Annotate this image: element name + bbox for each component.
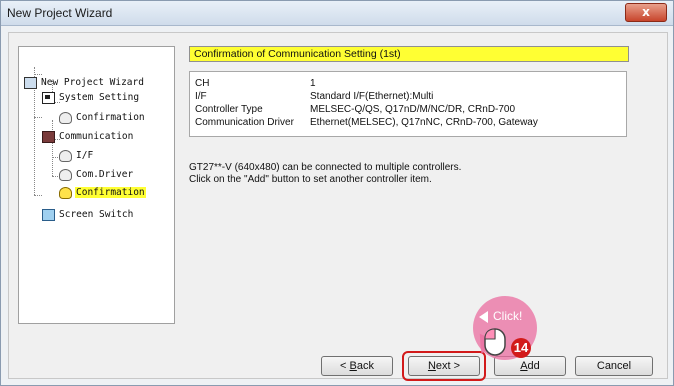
tree-connector	[34, 195, 42, 196]
tree-connector	[34, 117, 42, 118]
close-button[interactable]: x	[625, 3, 667, 22]
back-button[interactable]: < Back	[321, 356, 393, 376]
back-button-mnemonic: B	[349, 360, 357, 372]
tree-item-com-driver[interactable]: Com.Driver	[59, 168, 134, 182]
click-label: Click!	[493, 309, 523, 323]
bulb-icon	[59, 112, 72, 124]
tree-connector	[34, 74, 42, 75]
tree-item-label: Confirmation	[75, 187, 146, 198]
tree-item-communication[interactable]: Communication	[42, 130, 134, 144]
summary-key: Controller Type	[195, 104, 263, 115]
tree-item-label: I/F	[76, 150, 94, 161]
arrow-left-icon	[479, 311, 488, 323]
tree-item-label: Screen Switch	[59, 209, 134, 220]
window-title: New Project Wizard	[7, 6, 113, 20]
summary-value: MELSEC-Q/QS, Q17nD/M/NC/DR, CRnD-700	[310, 104, 516, 115]
bulb-icon	[59, 187, 72, 199]
tree-item-label: New Project Wizard	[41, 77, 144, 88]
page-title: Confirmation of Communication Setting (1…	[189, 46, 629, 62]
summary-value: Ethernet(MELSEC), Q17nNC, CRnD-700, Gate…	[310, 117, 538, 128]
tree-item-screen-switch[interactable]: Screen Switch	[42, 208, 134, 222]
communication-icon	[42, 131, 55, 143]
tree-item-label: Com.Driver	[76, 169, 134, 180]
tree-connector	[52, 120, 53, 176]
summary-key: I/F	[195, 91, 207, 102]
project-icon	[24, 77, 37, 89]
tree-item-if[interactable]: I/F	[59, 149, 94, 163]
title-bar: New Project Wizard x	[1, 1, 673, 26]
wizard-client-area: New Project Wizard System Setting Confir…	[8, 32, 668, 381]
bulb-icon	[59, 169, 72, 181]
next-button-highlight	[402, 351, 486, 381]
tree-item-communication-confirmation[interactable]: Confirmation	[59, 186, 146, 200]
step-number-badge: 14	[511, 338, 531, 358]
summary-key: CH	[195, 78, 210, 89]
add-button-rest: dd	[527, 360, 540, 372]
back-button-prefix: <	[340, 360, 350, 372]
wizard-navigation-tree: New Project Wizard System Setting Confir…	[18, 46, 175, 324]
bulb-icon	[59, 150, 72, 162]
add-button-mnemonic: A	[520, 360, 528, 372]
tree-item-system-setting[interactable]: System Setting	[42, 91, 140, 105]
summary-value: 1	[310, 78, 316, 89]
summary-key: Communication Driver	[195, 117, 294, 128]
back-button-rest: ack	[356, 360, 374, 372]
screen-icon	[42, 209, 55, 221]
settings-summary-box: CH 1 I/F Standard I/F(Ethernet):Multi Co…	[189, 71, 627, 137]
tree-item-label: System Setting	[59, 92, 140, 103]
cancel-button[interactable]: Cancel	[575, 356, 653, 376]
mouse-icon	[484, 328, 506, 356]
tree-item-new-project-wizard[interactable]: New Project Wizard	[24, 76, 145, 90]
info-message-line-2: Click on the "Add" button to set another…	[189, 174, 432, 185]
tree-item-system-confirmation[interactable]: Confirmation	[59, 111, 146, 125]
network-icon	[42, 92, 55, 104]
wizard-window: New Project Wizard x New Project Wizard …	[0, 0, 674, 386]
tree-item-label: Confirmation	[76, 112, 145, 123]
info-message-line-1: GT27**-V (640x480) can be connected to m…	[189, 162, 462, 173]
summary-value: Standard I/F(Ethernet):Multi	[310, 91, 434, 102]
tree-item-label: Communication	[59, 131, 134, 142]
